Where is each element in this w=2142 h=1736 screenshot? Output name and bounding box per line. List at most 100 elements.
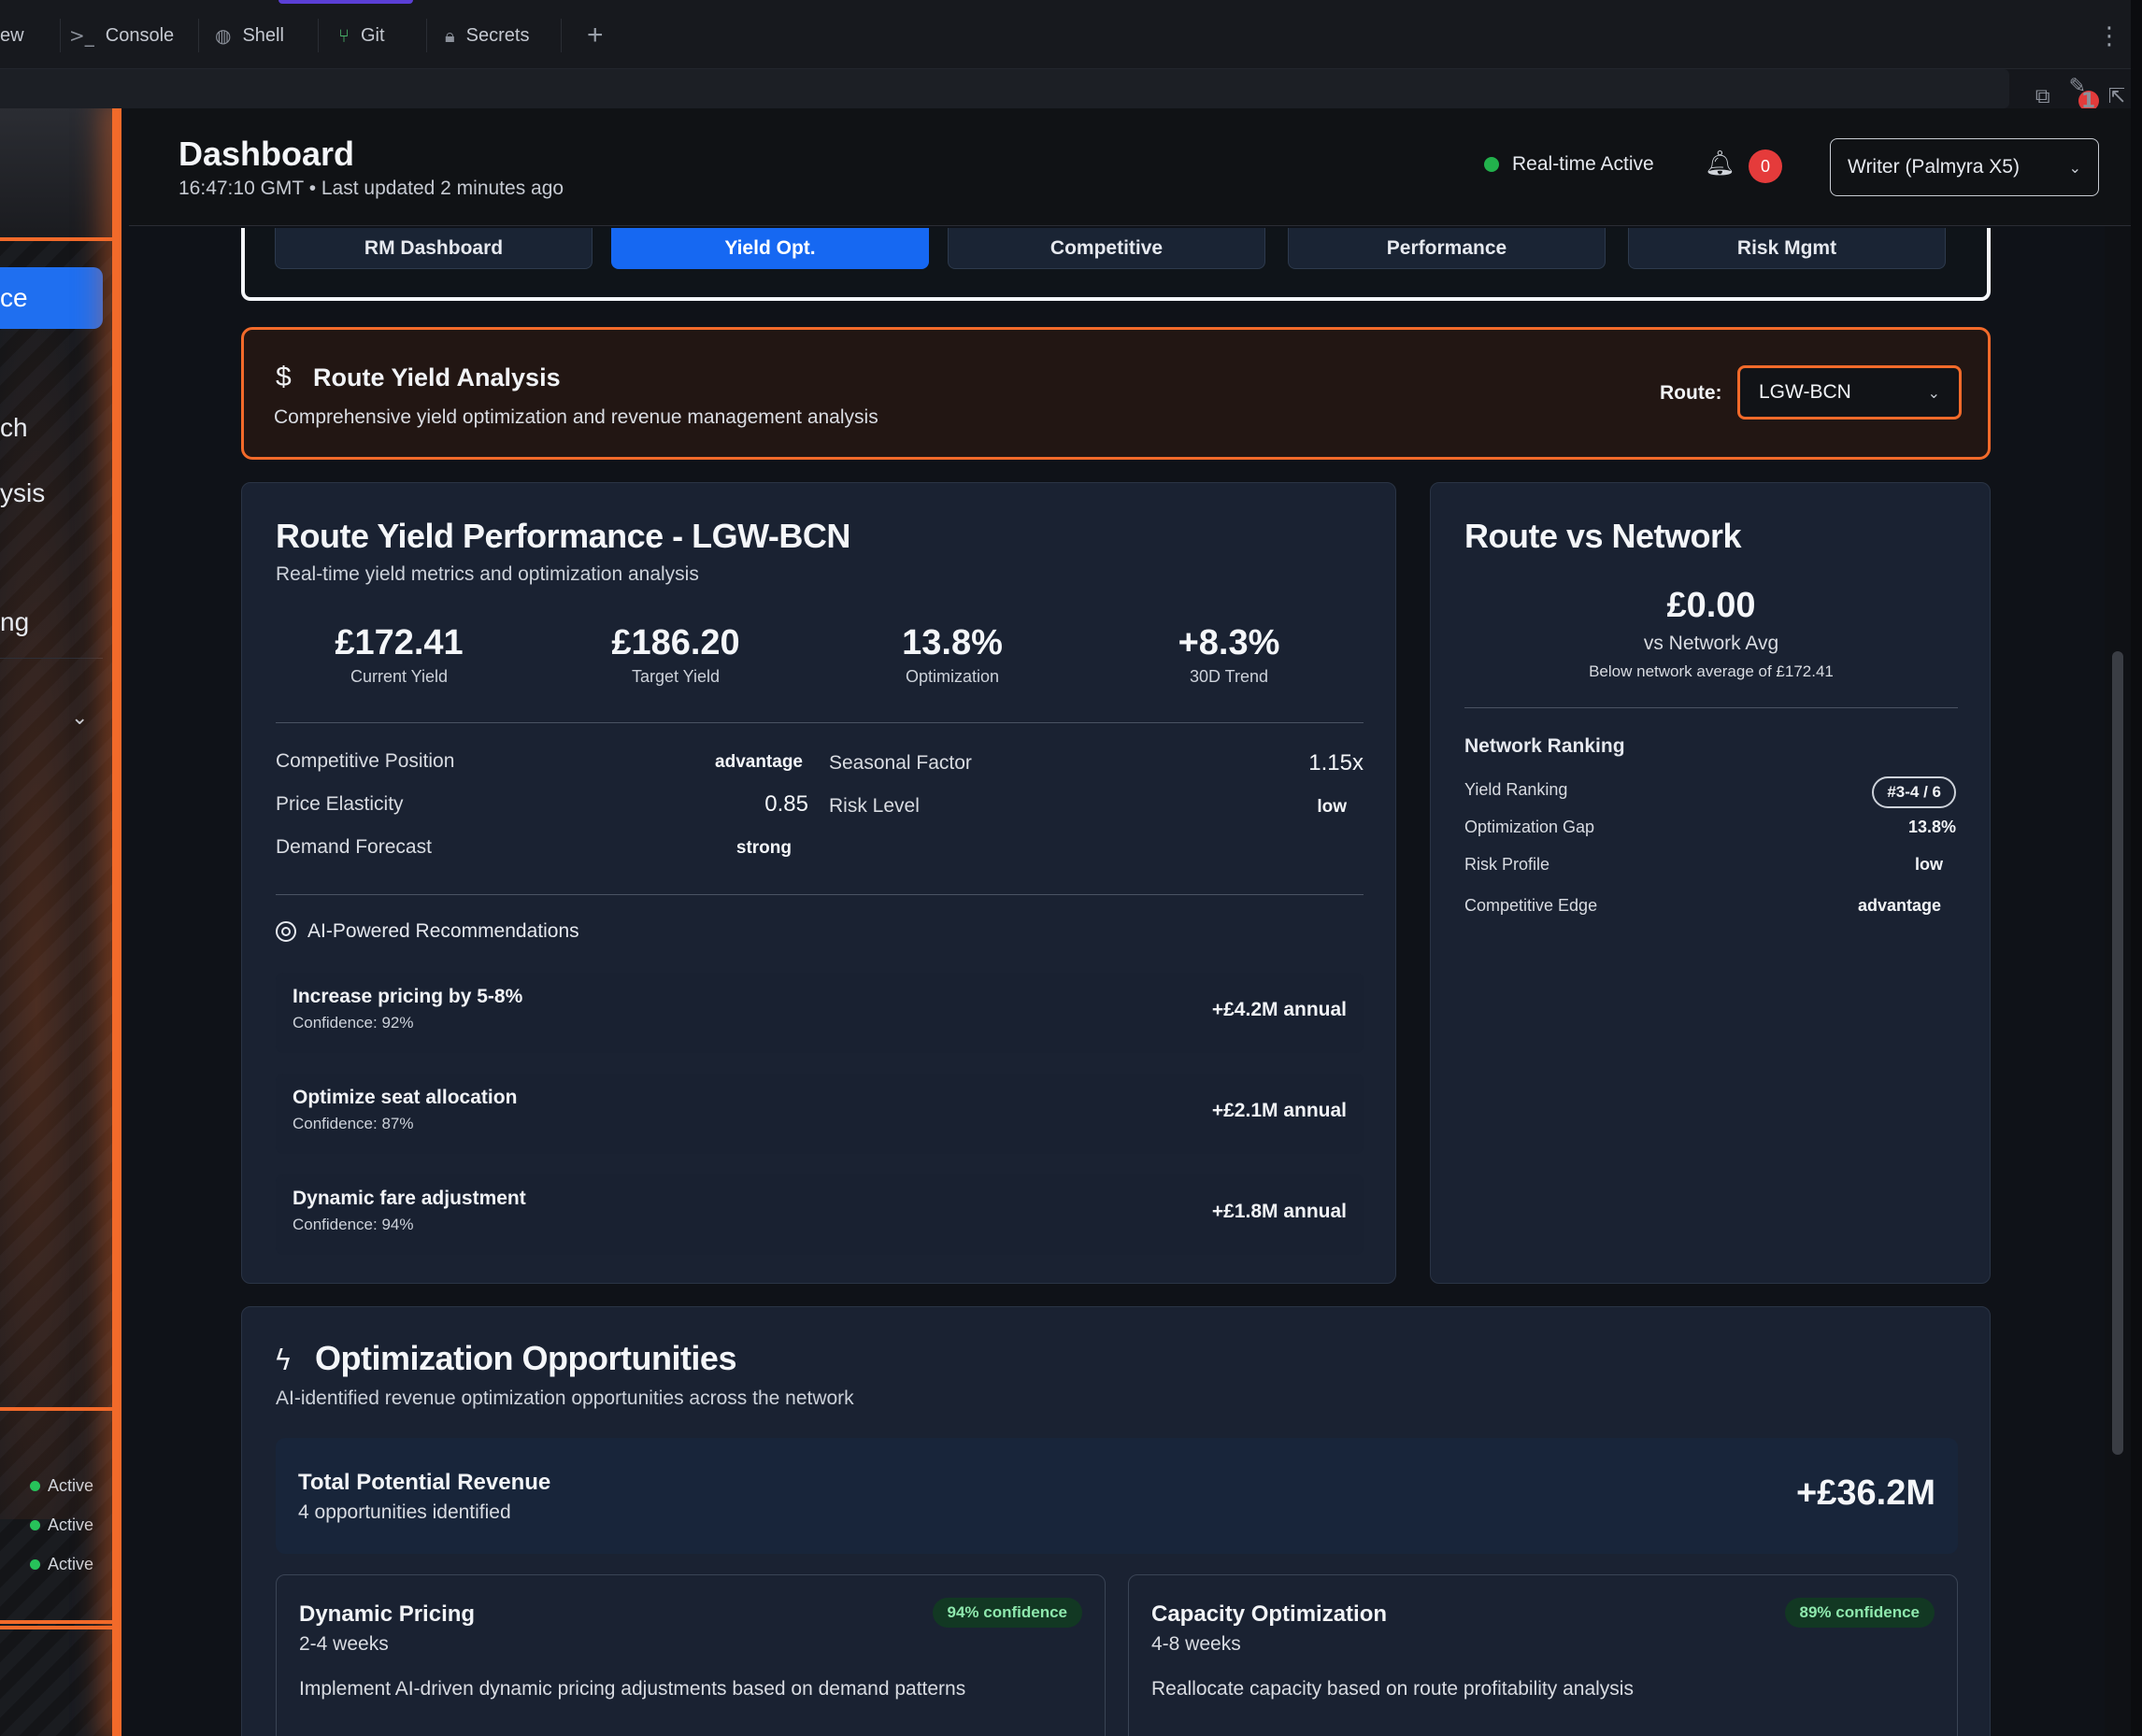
tab-rm-dashboard[interactable]: RM Dashboard (275, 228, 593, 269)
heading-label: AI-Powered Recommendations (307, 920, 579, 942)
tab-risk-mgmt[interactable]: Risk Mgmt (1628, 228, 1946, 269)
route-vs-network-card: Route vs Network £0.00 vs Network Avg Be… (1430, 482, 1991, 1284)
metric-30d-trend: +8.3% 30D Trend (1089, 623, 1369, 687)
tab-label: Secrets (465, 24, 530, 46)
tab-yield-opt[interactable]: Yield Opt. (611, 228, 929, 269)
opportunity-card[interactable]: Dynamic Pricing 2-4 weeks Implement AI-d… (276, 1574, 1106, 1736)
realtime-label: Real-time Active (1512, 153, 1654, 175)
tab-performance[interactable]: Performance (1288, 228, 1606, 269)
scrollbar[interactable] (2105, 226, 2131, 1736)
detail-value: 0.85 (764, 791, 808, 817)
nav-tabs: RM Dashboard Yield Opt. Competitive Perf… (241, 228, 1991, 301)
tab-preview[interactable]: ew (0, 17, 24, 54)
opportunity-duration: 4-8 weeks (1151, 1633, 1241, 1655)
add-tab-button[interactable]: + (587, 17, 604, 54)
total-title: Total Potential Revenue (298, 1470, 551, 1495)
network-ranking-heading: Network Ranking (1464, 735, 1625, 757)
divider (276, 894, 1364, 895)
tab-label: Shell (242, 24, 284, 46)
recommendation-title: Optimize seat allocation (293, 1087, 518, 1108)
tab-label: Console (105, 24, 175, 46)
chevron-down-icon[interactable]: ⌄ (71, 706, 88, 730)
model-select-value: Writer (Palmyra X5) (1848, 156, 2020, 178)
card-subtitle: AI-identified revenue optimization oppor… (276, 1387, 854, 1409)
recommendation-item[interactable]: Dynamic fare adjustment Confidence: 94% … (276, 1174, 1364, 1255)
opportunity-card[interactable]: Capacity Optimization 4-8 weeks Realloca… (1128, 1574, 1958, 1736)
notification-count[interactable]: 0 (1749, 149, 1782, 183)
opportunity-duration: 2-4 weeks (299, 1633, 389, 1655)
route-yield-performance-card: Route Yield Performance - LGW-BCN Real-t… (241, 482, 1396, 1284)
status-dot (1484, 157, 1499, 172)
detail-key: Seasonal Factor (829, 752, 972, 774)
model-select[interactable]: Writer (Palmyra X5) ⌄ (1830, 138, 2099, 196)
tab-git[interactable]: ⑂ Git (338, 17, 385, 54)
shell-icon: ◍ (215, 24, 232, 47)
sidebar-item[interactable]: ch (0, 413, 28, 443)
metric-target-yield: £186.20 Target Yield (536, 623, 816, 687)
card-title: Optimization Opportunities (315, 1339, 736, 1377)
detail-key: Risk Level (829, 795, 920, 817)
recommendation-item[interactable]: Optimize seat allocation Confidence: 87%… (276, 1074, 1364, 1154)
dollar-icon: $ (276, 362, 292, 392)
chevron-down-icon: ⌄ (2068, 158, 2081, 177)
terminal-icon: >_ (69, 24, 94, 47)
confidence-badge: 94% confidence (932, 1598, 1082, 1628)
metric-value: 13.8% (902, 623, 1003, 662)
sidebar-divider (0, 1626, 121, 1629)
sidebar-item-active[interactable]: ce (0, 267, 103, 329)
more-options-icon[interactable]: ⋮ (2097, 17, 2121, 54)
sidebar-header (0, 108, 120, 239)
detail-value: 1.15x (1308, 750, 1364, 776)
route-yield-banner: $ Route Yield Analysis Comprehensive yie… (241, 327, 1991, 460)
metric-current-yield: £172.41 Current Yield (259, 623, 539, 687)
tab-competitive[interactable]: Competitive (948, 228, 1265, 269)
status-dot (30, 1559, 40, 1570)
banner-subtitle: Comprehensive yield optimization and rev… (274, 406, 878, 428)
metric-label: Optimization (905, 667, 1000, 686)
recommendation-impact: +£2.1M annual (1211, 1100, 1347, 1121)
confidence-badge: 89% confidence (1784, 1598, 1935, 1628)
app-root: ew >_ Console ◍ Shell ⑂ Git 🔒︎ Secrets + ⋮ ⧉… (0, 0, 2142, 1736)
status-dot (30, 1481, 40, 1491)
status-dot (30, 1520, 40, 1530)
metric-label: 30D Trend (1189, 667, 1269, 686)
tab-divider (198, 19, 199, 52)
url-field[interactable] (0, 69, 2009, 108)
scrollbar-thumb[interactable] (2112, 651, 2123, 1455)
sidebar-item[interactable]: ng (0, 607, 29, 637)
devices-icon[interactable]: ⧉ (2035, 85, 2050, 108)
tab-divider (561, 19, 562, 52)
tab-shell[interactable]: ◍ Shell (215, 17, 284, 54)
route-select[interactable]: LGW-BCN ⌄ (1737, 365, 1962, 420)
recommendation-item[interactable]: Increase pricing by 5-8% Confidence: 92%… (276, 973, 1364, 1053)
tab-secrets[interactable]: 🔒︎ Secrets (445, 17, 529, 54)
sidebar: ce ch ysis ng ⌄ Active Active Active (0, 108, 121, 1736)
sidebar-item[interactable]: ysis (0, 478, 45, 508)
ranking-key: Yield Ranking (1464, 780, 1568, 799)
tab-divider (426, 19, 427, 52)
tab-label: ew (0, 24, 24, 46)
status-item: Active (30, 1515, 93, 1535)
tab-console[interactable]: >_ Console (69, 17, 174, 54)
git-icon: ⑂ (338, 24, 350, 47)
recommendation-title: Increase pricing by 5-8% (293, 986, 523, 1007)
metric-label: Current Yield (350, 667, 449, 686)
detail-key: Price Elasticity (276, 793, 404, 815)
address-bar: ⧉ ✎ 1 ⇱ (0, 69, 2142, 113)
sidebar-separator (0, 658, 103, 659)
tab-divider (60, 19, 61, 52)
tab-label: Git (361, 24, 385, 46)
chevron-down-icon: ⌄ (1927, 383, 1940, 402)
detail-value: advantage (715, 752, 803, 772)
divider (1464, 707, 1958, 708)
bell-icon[interactable]: 🔔︎ (1705, 149, 1735, 178)
status-label: Active (48, 1476, 94, 1495)
open-external-icon[interactable]: ⇱ (2108, 85, 2125, 108)
ranking-value: advantage (1857, 896, 1941, 915)
total-value: +£36.2M (1796, 1473, 1935, 1513)
route-label: Route: (1660, 382, 1722, 404)
ai-recommendations-heading: AI-Powered Recommendations (276, 920, 579, 943)
recommendation-confidence: Confidence: 94% (293, 1216, 414, 1233)
ide-tab-bar: ew >_ Console ◍ Shell ⑂ Git 🔒︎ Secrets + ⋮ (0, 0, 2142, 69)
recommendation-impact: +£1.8M annual (1211, 1201, 1347, 1222)
